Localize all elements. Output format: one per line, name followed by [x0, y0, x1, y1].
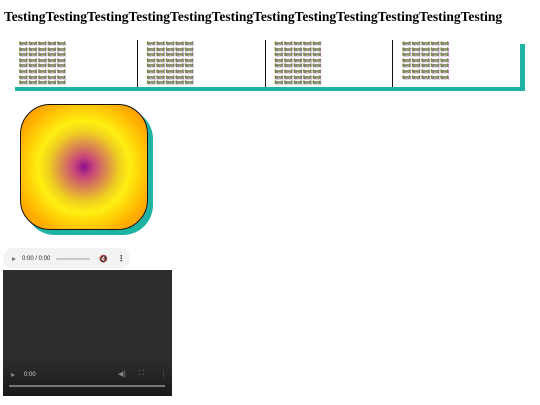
radial-gradient-box [20, 104, 148, 230]
video-time-label: 0:00 [24, 372, 36, 378]
column-text-line: test test test test test [402, 73, 449, 81]
column: test test test test test test test test t… [138, 40, 266, 87]
play-icon[interactable] [12, 256, 16, 261]
column-text: test test test test test test test test t… [275, 41, 335, 86]
column-text-line: test test test test test [19, 79, 66, 87]
column: test test test test test test test test t… [393, 40, 520, 87]
video-progress-track[interactable] [9, 385, 165, 387]
column-text-line: test test test test test [146, 79, 194, 87]
column-text: test test test test test test test test t… [147, 41, 207, 86]
column-text: test test test test test test test test t… [19, 41, 79, 86]
fullscreen-icon[interactable]: ⛶ [139, 370, 144, 378]
multi-column-panel: test test test test test test test test t… [10, 40, 520, 87]
audio-progress-track[interactable] [56, 257, 91, 260]
more-options-icon[interactable]: ⋮ [117, 254, 125, 263]
column: test test test test test test test test t… [10, 40, 138, 87]
column-text-line: test test test test test [274, 79, 322, 87]
column-text: test test test test test test test test t… [402, 41, 462, 80]
audio-time-label: 0:00 / 0:00 [22, 255, 51, 262]
play-icon[interactable] [11, 373, 15, 377]
more-options-icon[interactable]: ⋮ [160, 370, 167, 378]
volume-icon[interactable]: ◀) [118, 370, 126, 378]
video-player[interactable]: 0:00 ◀) ⛶ ⋮ [3, 270, 172, 396]
volume-icon[interactable]: 🔇 [99, 255, 108, 263]
page-title: TestingTestingTestingTestingTestingTesti… [4, 9, 503, 24]
column: test test test test test test test test t… [266, 40, 394, 87]
audio-player[interactable]: 0:00 / 0:00 🔇 ⋮ [3, 248, 130, 269]
